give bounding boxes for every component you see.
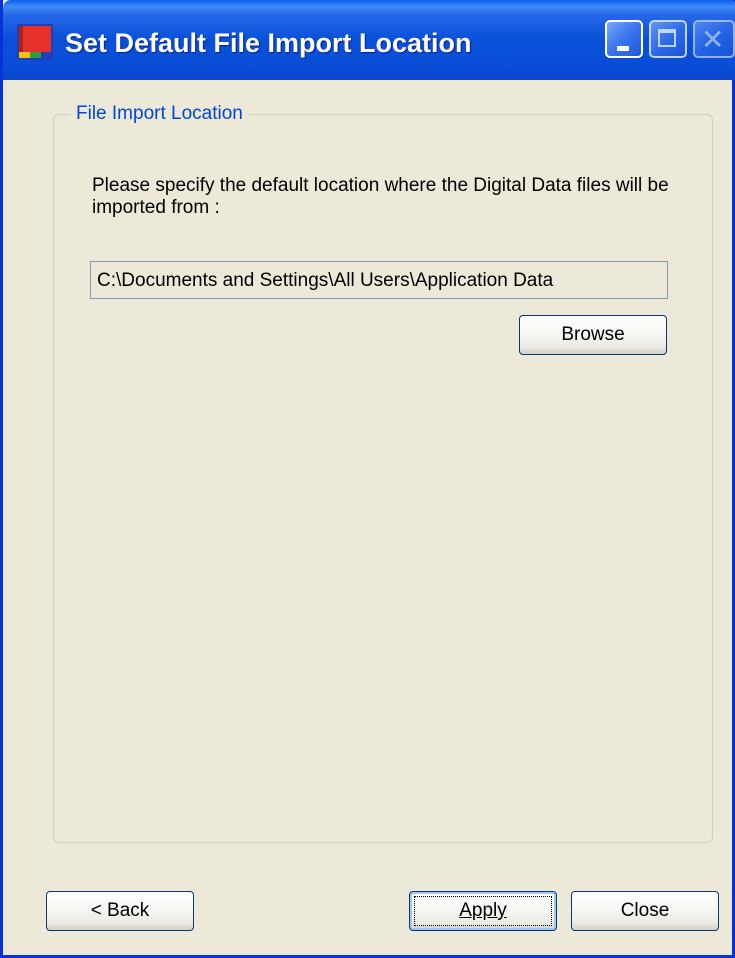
apply-button-label: Apply bbox=[459, 900, 507, 921]
browse-button[interactable]: Browse bbox=[519, 315, 667, 355]
import-path-field[interactable]: C:\Documents and Settings\All Users\Appl… bbox=[90, 261, 668, 299]
window-title: Set Default File Import Location bbox=[65, 28, 472, 58]
close-icon: ✕ bbox=[701, 23, 725, 56]
app-icon bbox=[17, 24, 53, 60]
close-window-button[interactable]: ✕ bbox=[693, 20, 735, 58]
close-button[interactable]: Close bbox=[571, 891, 719, 931]
minimize-button[interactable] bbox=[605, 20, 643, 58]
apply-button[interactable]: Apply bbox=[409, 891, 557, 931]
maximize-icon bbox=[658, 29, 676, 47]
title-bar[interactable]: Set Default File Import Location ✕ bbox=[3, 0, 735, 80]
description-text: Please specify the default location wher… bbox=[92, 175, 669, 218]
back-button[interactable]: < Back bbox=[46, 891, 194, 931]
dialog-window: Set Default File Import Location ✕ File … bbox=[0, 0, 735, 958]
minimize-icon bbox=[617, 46, 629, 51]
group-label: File Import Location bbox=[76, 103, 243, 124]
maximize-button[interactable] bbox=[649, 20, 687, 58]
